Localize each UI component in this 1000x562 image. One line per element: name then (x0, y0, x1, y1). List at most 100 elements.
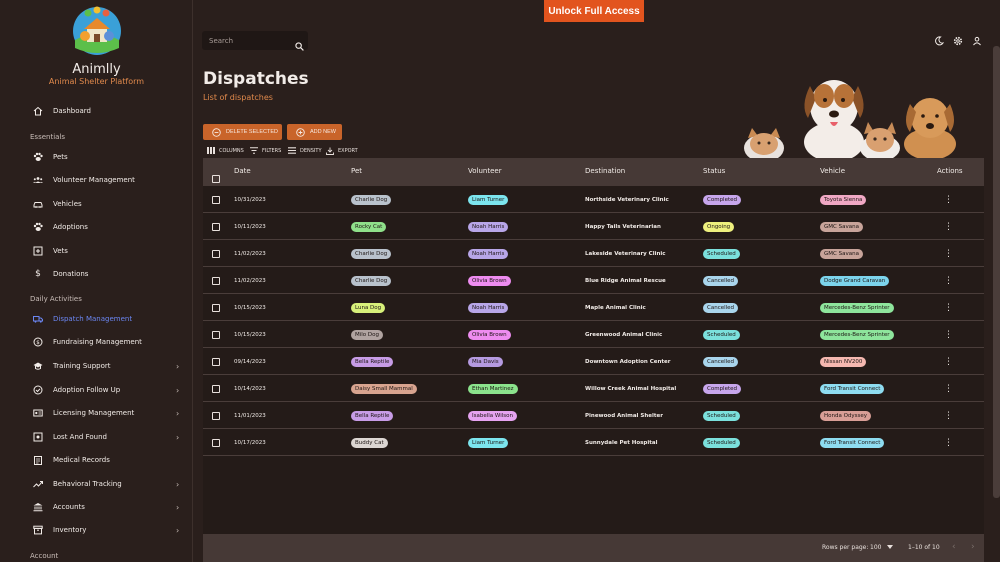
car-icon (33, 199, 43, 209)
page-scrollbar[interactable] (993, 46, 1000, 498)
row-actions-kebab-icon[interactable]: ⋮ (944, 429, 953, 456)
sidebar-item-adoptions[interactable]: Adoptions (0, 217, 192, 237)
row-actions-kebab-icon[interactable]: ⋮ (944, 321, 953, 348)
row-actions-kebab-icon[interactable]: ⋮ (944, 348, 953, 375)
more-vert-icon: ⋮ (944, 194, 953, 205)
sidebar-item-vehicles[interactable]: Vehicles (0, 194, 192, 214)
header-pet[interactable]: Pet (351, 167, 362, 175)
sidebar-item-label: Vehicles (53, 200, 82, 208)
row-checkbox[interactable] (212, 321, 220, 348)
app-subtitle: Animal Shelter Platform (48, 77, 145, 86)
table-row[interactable]: 10/31/2023 Charlie Dog Liam Turner Northsid… (203, 186, 984, 213)
row-actions-kebab-icon[interactable]: ⋮ (944, 267, 953, 294)
rows-per-page-select[interactable]: 100 (870, 544, 894, 551)
row-actions-kebab-icon[interactable]: ⋮ (944, 240, 953, 267)
cell-vehicle: Dodge Grand Caravan (820, 267, 890, 294)
row-checkbox[interactable] (212, 429, 220, 456)
sidebar-item-vets[interactable]: Vets (0, 241, 192, 261)
export-button[interactable]: EXPORT (326, 146, 358, 155)
table-row[interactable]: 09/14/2023 Bella Reptile Mia Davis Downtown… (203, 348, 984, 375)
table-row[interactable]: 11/02/2023 Charlie Dog Noah Harris Lakeside… (203, 240, 984, 267)
pet-chip: Charlie Dog (351, 248, 392, 259)
sidebar-item-dispatch-management[interactable]: Dispatch Management (0, 309, 192, 329)
table-row[interactable]: 10/11/2023 Rocky Cat Noah Harris Happy Tail… (203, 213, 984, 240)
table-row[interactable]: 10/15/2023 Luna Dog Noah Harris Maple Anima… (203, 294, 984, 321)
more-vert-icon: ⋮ (944, 221, 953, 232)
sidebar-item-pets[interactable]: Pets (0, 147, 192, 167)
sidebar-item-volunteer-management[interactable]: Volunteer Management (0, 170, 192, 190)
section-account: Account (30, 552, 59, 560)
sidebar-item-fundraising-management[interactable]: $ Fundraising Management (0, 332, 192, 352)
sidebar-item-behavioral-tracking[interactable]: Behavioral Tracking › (0, 474, 192, 494)
search-icon[interactable] (295, 36, 304, 55)
user-profile-icon[interactable] (972, 36, 982, 46)
row-checkbox[interactable] (212, 294, 220, 321)
header-date[interactable]: Date (234, 167, 251, 175)
table-row[interactable]: 10/17/2023 Buddy Cat Liam Turner Sunnydale … (203, 429, 984, 456)
previous-page-button[interactable]: ‹ (952, 542, 956, 552)
columns-icon (207, 147, 215, 154)
cell-date: 10/31/2023 (234, 186, 266, 213)
chevron-right-icon: › (176, 502, 180, 512)
header-destination[interactable]: Destination (585, 167, 625, 175)
table-row[interactable]: 10/14/2023 Daisy Small Mammal Ethan Martin… (203, 375, 984, 402)
row-actions-kebab-icon[interactable]: ⋮ (944, 213, 953, 240)
table-row[interactable]: 11/01/2023 Bella Reptile Isabella Wilson Pi… (203, 402, 984, 429)
row-checkbox[interactable] (212, 402, 220, 429)
cell-destination: Downtown Adoption Center (585, 348, 670, 375)
cell-pet: Charlie Dog (351, 240, 392, 267)
row-actions-kebab-icon[interactable]: ⋮ (944, 375, 953, 402)
vehicle-chip: Mercedes-Benz Sprinter (820, 302, 894, 313)
row-checkbox[interactable] (212, 213, 220, 240)
sidebar-item-inventory[interactable]: Inventory › (0, 520, 192, 540)
vehicle-chip: Toyota Sienna (820, 194, 867, 205)
sidebar-item-adoption-follow-up[interactable]: Adoption Follow Up › (0, 380, 192, 400)
add-new-button[interactable]: ADD NEW (287, 124, 342, 140)
columns-button[interactable]: COLUMNS (207, 146, 244, 155)
unlock-full-access-button[interactable]: Unlock Full Access (544, 0, 644, 22)
header-vehicle[interactable]: Vehicle (820, 167, 845, 175)
delete-selected-button[interactable]: DELETE SELECTED (203, 124, 282, 140)
date-text: 10/17/2023 (234, 439, 266, 446)
sidebar-item-donations[interactable]: $ Donations (0, 264, 192, 284)
filters-button[interactable]: FILTERS (250, 146, 281, 155)
pet-chip: Daisy Small Mammal (351, 383, 417, 394)
sidebar-item-training-support[interactable]: Training Support › (0, 356, 192, 376)
row-checkbox[interactable] (212, 267, 220, 294)
sidebar-item-dashboard[interactable]: Dashboard (0, 101, 192, 121)
section-essentials: Essentials (30, 133, 66, 141)
sidebar-item-lost-and-found[interactable]: Lost And Found › (0, 427, 192, 447)
row-checkbox[interactable] (212, 348, 220, 375)
cell-vehicle: Mercedes-Benz Sprinter (820, 294, 894, 321)
table-row[interactable]: 10/15/2023 Milo Dog Olivia Brown Greenwood … (203, 321, 984, 348)
sidebar-item-label: Fundraising Management (53, 338, 142, 346)
vehicle-chip: Nissan NV200 (820, 356, 867, 367)
header-status[interactable]: Status (703, 167, 725, 175)
row-checkbox[interactable] (212, 240, 220, 267)
sidebar-item-label: Behavioral Tracking (53, 480, 122, 488)
search-input[interactable] (202, 36, 287, 45)
settings-gear-icon[interactable] (953, 36, 963, 46)
filters-label: FILTERS (262, 147, 282, 154)
row-actions-kebab-icon[interactable]: ⋮ (944, 294, 953, 321)
cell-status: Ongoing (703, 213, 735, 240)
header-volunteer[interactable]: Volunteer (468, 167, 502, 175)
row-checkbox[interactable] (212, 375, 220, 402)
paw-icon (33, 152, 43, 162)
more-vert-icon: ⋮ (944, 383, 953, 394)
row-checkbox[interactable] (212, 186, 220, 213)
select-all-checkbox[interactable] (212, 168, 220, 187)
sidebar-item-licensing-management[interactable]: Licensing Management › (0, 403, 192, 423)
cell-destination: Maple Animal Clinic (585, 294, 646, 321)
next-page-button[interactable]: › (971, 542, 975, 552)
vehicle-chip: Ford Transit Connect (820, 437, 885, 448)
sidebar-item-accounts[interactable]: Accounts › (0, 497, 192, 517)
dark-mode-moon-icon[interactable] (934, 36, 944, 46)
row-actions-kebab-icon[interactable]: ⋮ (944, 402, 953, 429)
table-row[interactable]: 11/02/2023 Charlie Dog Olivia Brown Blue Ri… (203, 267, 984, 294)
app-logo[interactable] (71, 4, 123, 56)
density-button[interactable]: DENSITY (288, 146, 322, 155)
sidebar-item-medical-records[interactable]: Medical Records (0, 450, 192, 470)
row-actions-kebab-icon[interactable]: ⋮ (944, 186, 953, 213)
volunteer-chip: Liam Turner (468, 194, 509, 205)
